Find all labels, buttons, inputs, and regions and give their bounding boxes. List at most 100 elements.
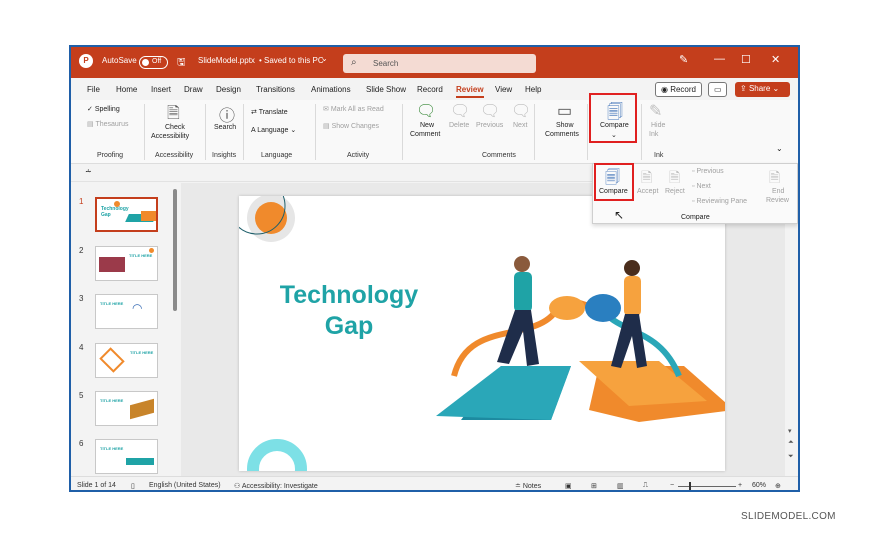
save-icon[interactable]: 🖫 — [177, 55, 186, 72]
tab-slide-show[interactable]: Slide Show — [366, 85, 406, 94]
group-proofing: Proofing — [97, 152, 124, 159]
accept-button[interactable]: Accept — [637, 188, 658, 195]
share-button[interactable]: ⇪ Share ⌄ — [735, 82, 790, 97]
close-button[interactable]: ✕ — [771, 53, 780, 66]
language-status[interactable]: English (United States) — [149, 482, 221, 489]
autosave-toggle[interactable]: Off — [139, 56, 168, 69]
show-comments-icon: ▭ — [557, 103, 573, 120]
thumbnail-slide-4[interactable]: TITLE HERE — [95, 343, 158, 378]
zoom-in-button[interactable]: + — [738, 482, 742, 489]
thumbnail-scrollbar[interactable] — [173, 189, 177, 311]
show-comments-line1[interactable]: Show — [556, 122, 574, 129]
thumbnail-slide-1[interactable]: Technology Gap — [95, 197, 158, 232]
customize-icon[interactable]: ⩪ — [85, 167, 92, 176]
show-changes-label: Show Changes — [331, 123, 380, 130]
tab-animations[interactable]: Animations — [311, 85, 351, 94]
tab-record[interactable]: Record — [417, 85, 443, 94]
end-review-line2[interactable]: Review — [766, 197, 789, 204]
delete-comment-button[interactable]: Delete — [449, 122, 469, 129]
tab-transitions[interactable]: Transitions — [256, 85, 295, 94]
person-left-legs — [497, 310, 539, 366]
zoom-level[interactable]: 60% — [752, 482, 766, 489]
thumb-wifi-icon: ◠ — [132, 301, 143, 315]
new-comment-icon: 🗨 — [416, 103, 437, 120]
group-activity: Activity — [347, 152, 370, 159]
previous-comment-button[interactable]: Previous — [476, 122, 503, 129]
accessibility-status[interactable]: ⚇ Accessibility: Investigate — [234, 482, 318, 490]
zoom-slider-thumb[interactable] — [689, 482, 691, 490]
language-label: Language — [257, 127, 289, 134]
tab-home[interactable]: Home — [116, 85, 137, 94]
maximize-button[interactable]: ☐ — [741, 53, 751, 66]
show-comments-line2[interactable]: Comments — [545, 131, 579, 138]
thumb-illustration — [126, 458, 154, 465]
language-button[interactable]: A Language ⌄ — [251, 126, 296, 134]
tab-file[interactable]: File — [87, 85, 100, 94]
zoom-out-button[interactable]: − — [670, 482, 674, 489]
thumbnail-slide-6[interactable]: TITLE HERE — [95, 439, 158, 474]
group-accessibility: Accessibility — [155, 152, 194, 159]
next-change-button[interactable]: ▫ Next — [692, 183, 711, 190]
previous-change-button[interactable]: ▫ Previous — [692, 168, 724, 175]
minimize-button[interactable]: — — [714, 53, 725, 65]
spelling-button[interactable]: ✓ Spelling — [87, 105, 120, 113]
divider — [587, 104, 588, 160]
reviewing-pane-button[interactable]: ▫ Reviewing Pane — [692, 198, 747, 205]
slide-sorter-icon[interactable]: ⊞ — [591, 482, 597, 490]
comments-icon[interactable]: ▭ — [708, 82, 727, 97]
divider — [402, 104, 403, 160]
slide-illustration — [239, 196, 725, 471]
save-status-chevron[interactable]: ⌄ — [321, 54, 328, 63]
notes-button[interactable]: ≐ Notes — [515, 482, 541, 490]
pen-icon[interactable]: ✎ — [679, 53, 688, 66]
watermark: SLIDEMODEL.COM — [741, 511, 836, 522]
tab-draw[interactable]: Draw — [184, 85, 203, 94]
tab-review[interactable]: Review — [456, 85, 484, 98]
thesaurus-button[interactable]: ▤ Thesaurus — [87, 120, 129, 128]
reading-view-icon[interactable]: ▥ — [617, 482, 624, 490]
title-bar: P AutoSave Off 🖫 SlideModel.pptx • Saved… — [71, 47, 798, 78]
translate-button[interactable]: ⇄ Translate — [251, 108, 288, 116]
search-box[interactable]: ⌕ Search — [343, 54, 536, 73]
divider — [641, 104, 642, 160]
slide-count: Slide 1 of 14 — [77, 482, 116, 489]
thumb-title: TITLE HERE — [100, 398, 124, 403]
hide-ink-line2[interactable]: Ink — [649, 131, 658, 138]
canvas-scrollbar[interactable]: ▴ ▾ ⏶ ⏷ — [785, 183, 798, 476]
next-comment-button[interactable]: Next — [513, 122, 527, 129]
new-comment-line1[interactable]: New — [420, 122, 434, 129]
slide[interactable]: Technology Gap — [239, 196, 725, 471]
next-slide-icon[interactable]: ⏷ — [788, 453, 794, 461]
thumbnail-slide-3[interactable]: TITLE HERE ◠ — [95, 294, 158, 329]
mark-all-read-button[interactable]: ✉ Mark All as Read — [323, 105, 384, 113]
tab-design[interactable]: Design — [216, 85, 241, 94]
powerpoint-logo-icon: P — [79, 54, 93, 68]
notes-label: Notes — [522, 483, 542, 490]
tab-view[interactable]: View — [495, 85, 512, 94]
scroll-down-icon[interactable]: ▾ — [788, 427, 792, 435]
powerpoint-window: P AutoSave Off 🖫 SlideModel.pptx • Saved… — [69, 45, 800, 492]
collapse-ribbon-icon[interactable]: ⌄ — [776, 144, 783, 153]
fit-slide-icon[interactable]: ⊕ — [775, 482, 781, 490]
record-button[interactable]: ◉ Record — [655, 82, 702, 97]
zoom-slider[interactable] — [678, 486, 736, 487]
reject-button[interactable]: Reject — [665, 188, 685, 195]
check-accessibility-line1[interactable]: Check — [165, 124, 185, 131]
new-comment-line2[interactable]: Comment — [410, 131, 440, 138]
end-review-line1[interactable]: End — [772, 188, 784, 195]
check-accessibility-line2[interactable]: Accessibility — [151, 133, 189, 140]
normal-view-icon[interactable]: ▣ — [565, 482, 572, 490]
thumbnail-slide-2[interactable]: TITLE HERE — [95, 246, 158, 281]
search-insights-button[interactable]: Search — [214, 124, 236, 131]
slideshow-view-icon[interactable]: ⎍ — [643, 482, 648, 490]
record-label: Record — [670, 85, 696, 94]
hide-ink-line1[interactable]: Hide — [651, 122, 665, 129]
tab-help[interactable]: Help — [525, 85, 541, 94]
thumbnail-slide-5[interactable]: TITLE HERE — [95, 391, 158, 426]
show-changes-button[interactable]: ▤ Show Changes — [323, 122, 379, 130]
mark-read-icon: ✉ — [323, 106, 331, 113]
file-name: SlideModel.pptx — [198, 56, 255, 65]
tab-insert[interactable]: Insert — [151, 85, 171, 94]
prev-slide-icon[interactable]: ⏶ — [788, 439, 794, 447]
thumb-title: TITLE HERE — [100, 446, 124, 451]
